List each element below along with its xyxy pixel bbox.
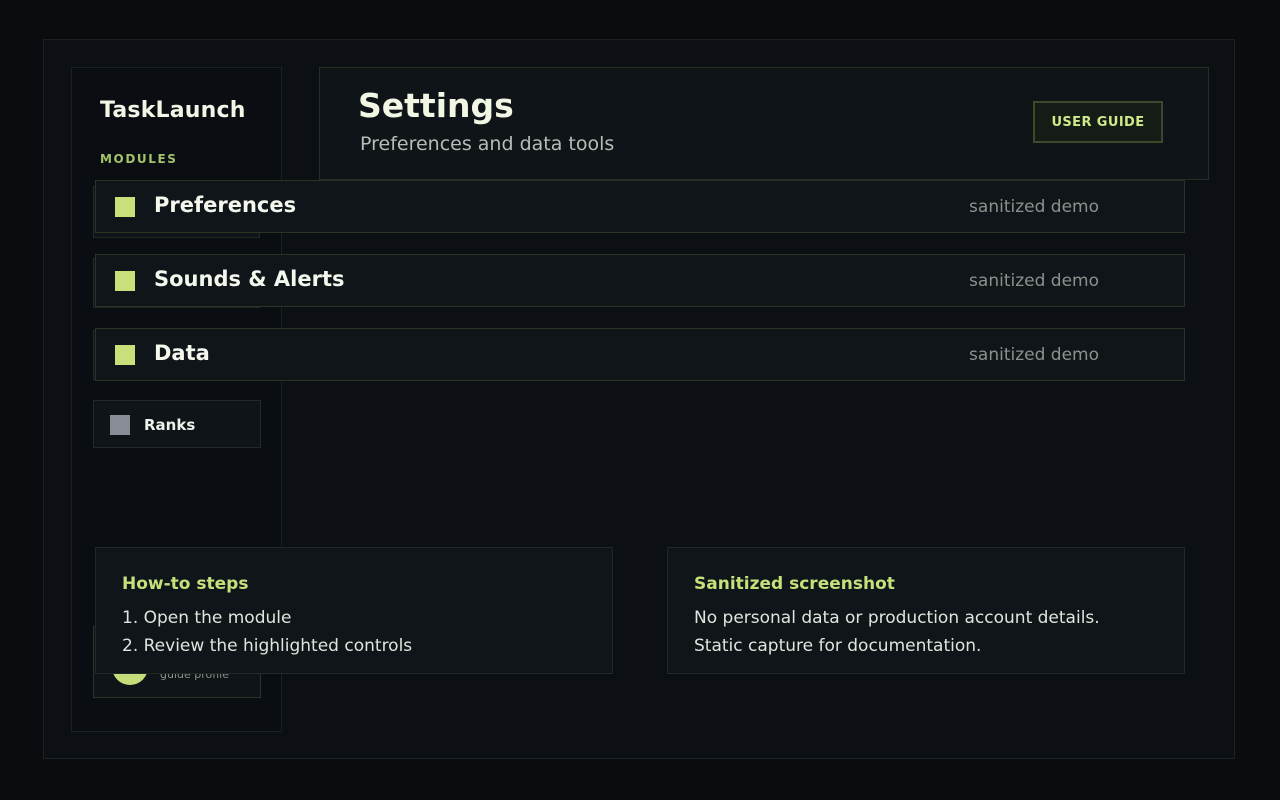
module-square-icon <box>115 197 135 217</box>
app-brand: TaskLaunch <box>100 98 246 123</box>
module-row-sounds-alerts[interactable]: Sounds & Alerts sanitized demo <box>95 254 1185 307</box>
howto-card: How-to steps 1. Open the module 2. Revie… <box>95 547 613 674</box>
sidebar-item-label: Ranks <box>144 416 196 434</box>
sanitized-note: No personal data or production account d… <box>694 608 1100 628</box>
modules-section-label: MODULES <box>100 152 178 166</box>
module-label: Data <box>154 341 210 365</box>
module-square-icon <box>115 271 135 291</box>
module-tag: sanitized demo <box>969 271 1099 291</box>
module-label: Preferences <box>154 193 297 217</box>
module-label: Sounds & Alerts <box>154 267 345 291</box>
howto-title: How-to steps <box>122 574 249 594</box>
page-subtitle: Preferences and data tools <box>360 133 615 155</box>
sanitized-title: Sanitized screenshot <box>694 574 895 594</box>
howto-step: 2. Review the highlighted controls <box>122 636 413 656</box>
sidebar-item-ranks[interactable]: Ranks <box>93 400 261 448</box>
user-guide-button[interactable]: USER GUIDE <box>1033 101 1163 143</box>
module-row-data[interactable]: Data sanitized demo <box>95 328 1185 381</box>
howto-step: 1. Open the module <box>122 608 292 628</box>
module-row-preferences[interactable]: Preferences sanitized demo <box>95 180 1185 233</box>
module-tag: sanitized demo <box>969 345 1099 365</box>
sanitized-note: Static capture for documentation. <box>694 636 982 656</box>
module-tag: sanitized demo <box>969 197 1099 217</box>
module-square-icon <box>115 345 135 365</box>
page-header: Settings Preferences and data tools USER… <box>319 67 1209 180</box>
sanitized-card: Sanitized screenshot No personal data or… <box>667 547 1185 674</box>
ranks-square-icon <box>110 415 130 435</box>
page-title: Settings <box>358 86 514 125</box>
